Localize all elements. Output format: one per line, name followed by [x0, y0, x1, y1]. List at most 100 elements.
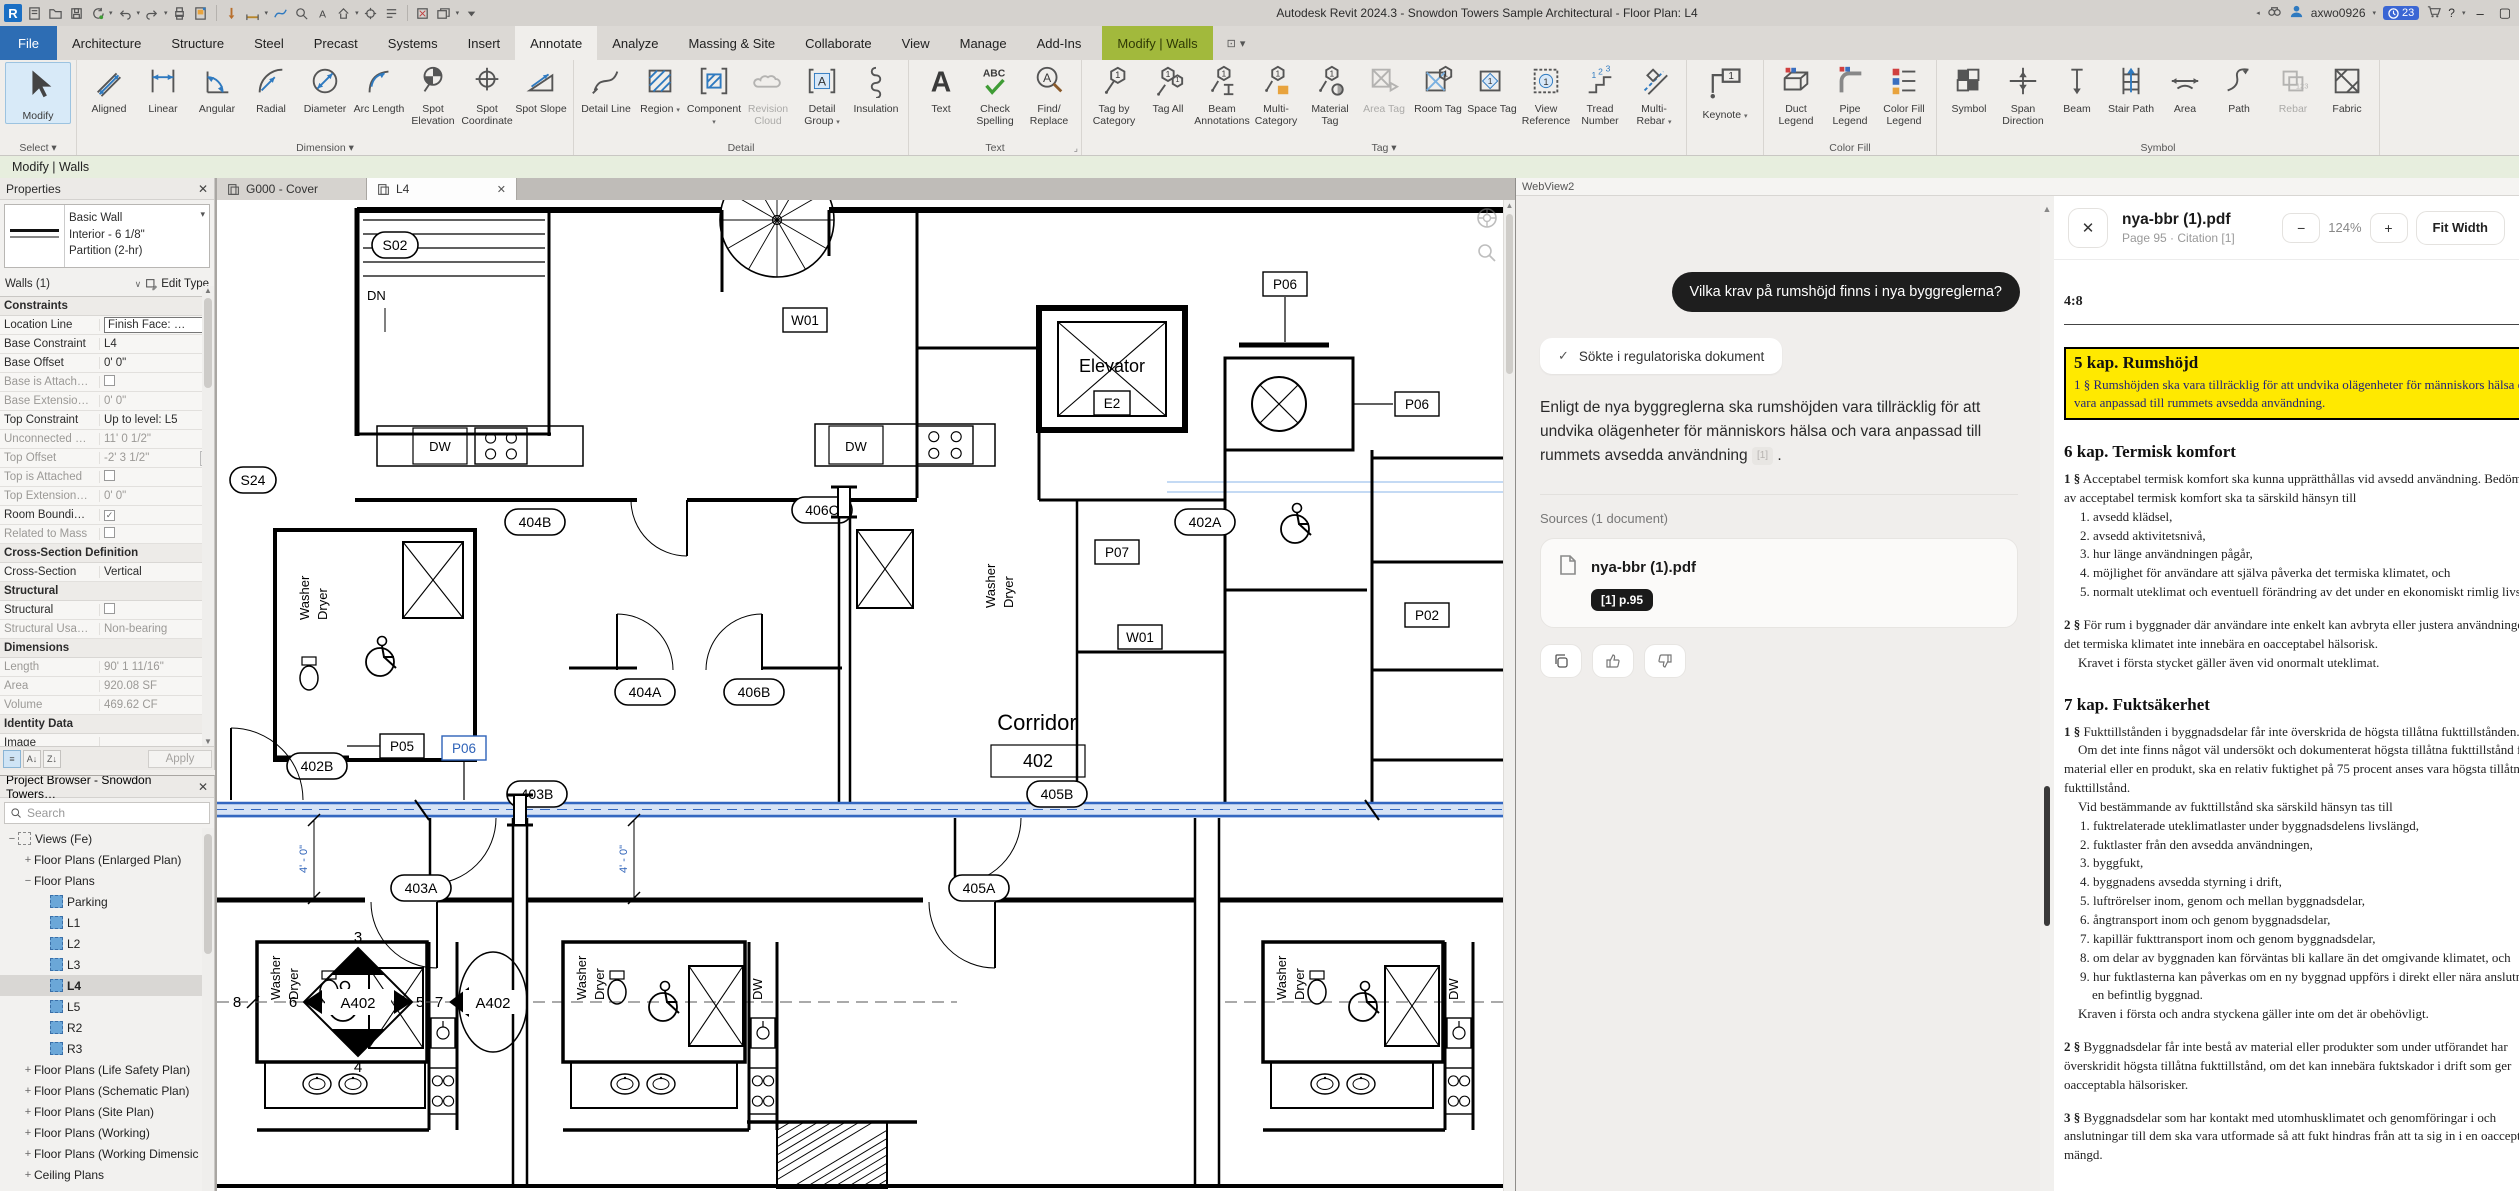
tree-item-l2[interactable]: L2: [0, 933, 214, 954]
property-section-constraints[interactable]: Constraints⌃: [0, 297, 214, 316]
help-chevron-icon[interactable]: ▾: [2462, 9, 2466, 17]
ribbon-group-caption[interactable]: Detail: [574, 142, 908, 154]
ribbon-button-symbol[interactable]: Symbol: [1942, 62, 1996, 116]
ribbon-button-detail-group[interactable]: A Detail Group ▾: [795, 62, 849, 127]
property-row-unconnected[interactable]: Unconnected …11' 0 1/2": [0, 430, 214, 449]
sort-za-button[interactable]: Z↓: [43, 750, 61, 768]
ribbon-button-component[interactable]: Component ▾: [687, 62, 741, 127]
dropdown-chevron-icon[interactable]: ▾: [137, 9, 141, 17]
open-folder-icon[interactable]: [46, 4, 64, 22]
ribbon-button-text[interactable]: A Text: [914, 62, 968, 116]
text-a-icon[interactable]: A: [313, 4, 331, 22]
navigation-bar[interactable]: [1475, 206, 1499, 270]
pin-icon[interactable]: [223, 4, 241, 22]
ribbon-button-area[interactable]: Area: [2158, 62, 2212, 116]
tab-view[interactable]: View: [887, 26, 945, 60]
dropdown-chevron-icon[interactable]: ▾: [355, 9, 359, 17]
source-page-badge[interactable]: [1] p.95: [1591, 589, 1653, 611]
search-icon[interactable]: [2267, 4, 2282, 22]
ribbon-button-arc-length[interactable]: Arc Length: [352, 62, 406, 116]
ribbon-button-material-tag[interactable]: 1 Material Tag: [1303, 62, 1357, 127]
ribbon-button-spot-coordinate[interactable]: Spot Coordinate: [460, 62, 514, 127]
property-row-room-boundi[interactable]: Room Boundi…✓: [0, 506, 214, 525]
expander-icon[interactable]: −: [22, 875, 34, 887]
chat-scrollbar[interactable]: ▲: [2040, 196, 2054, 1191]
property-row-top-is-attached[interactable]: Top is Attached: [0, 468, 214, 487]
property-row-top-extension[interactable]: Top Extension…0' 0": [0, 487, 214, 506]
tab-analyze[interactable]: Analyze: [597, 26, 673, 60]
zoom-in-button[interactable]: +: [2370, 213, 2408, 243]
zoom-tool-icon[interactable]: [1475, 241, 1499, 270]
expander-icon[interactable]: +: [22, 1169, 34, 1181]
ribbon-button-find-replace[interactable]: A Find/ Replace: [1022, 62, 1076, 127]
property-row-length[interactable]: Length90' 1 11/16": [0, 658, 214, 677]
ribbon-button-duct-legend[interactable]: Duct Legend: [1769, 62, 1823, 127]
close-doc-icon[interactable]: [414, 4, 432, 22]
username[interactable]: axwo0926: [2311, 6, 2366, 20]
sort-az-button[interactable]: A↓: [23, 750, 41, 768]
ribbon-button-beam-annotations[interactable]: 1 Beam Annotations: [1195, 62, 1249, 127]
expander-icon[interactable]: +: [22, 1106, 34, 1118]
tab-architecture[interactable]: Architecture: [57, 26, 156, 60]
tree-item-floor-plans-site-plan[interactable]: +Floor Plans (Site Plan): [0, 1101, 214, 1122]
close-view-icon[interactable]: ✕: [497, 183, 506, 196]
caret-icon[interactable]: [462, 4, 480, 22]
tab-context-modify-walls[interactable]: Modify | Walls: [1102, 26, 1212, 60]
ribbon-button-room-tag[interactable]: 1 Room Tag: [1411, 62, 1465, 116]
ribbon-display-icon[interactable]: ⊡: [1227, 37, 1236, 50]
tab-systems[interactable]: Systems: [373, 26, 453, 60]
apply-button[interactable]: Apply: [148, 750, 212, 768]
expander-icon[interactable]: +: [22, 854, 34, 866]
citation-chip[interactable]: [1]: [1752, 447, 1773, 465]
ribbon-button-spot-elevation[interactable]: Spot Elevation: [406, 62, 460, 127]
ribbon-button-check-spelling[interactable]: ABC Check Spelling: [968, 62, 1022, 127]
section-icon[interactable]: [383, 4, 401, 22]
ribbon-button-pipe-legend[interactable]: Pipe Legend: [1823, 62, 1877, 127]
tree-item-l3[interactable]: L3: [0, 954, 214, 975]
tab-file[interactable]: File: [0, 26, 57, 60]
zoom-icon[interactable]: [292, 4, 310, 22]
tab-manage[interactable]: Manage: [945, 26, 1022, 60]
checkbox[interactable]: [104, 603, 115, 614]
property-section-structural[interactable]: Structural⌃: [0, 582, 214, 601]
property-row-top-offset[interactable]: Top Offset-2' 3 1/2"=: [0, 449, 214, 468]
ribbon-button-view-reference[interactable]: 1 View Reference: [1519, 62, 1573, 127]
source-card[interactable]: nya-bbr (1).pdf [1] p.95: [1540, 538, 2018, 628]
revit-logo-icon[interactable]: R: [4, 4, 22, 22]
tree-item-floor-plans-life-safety-plan[interactable]: +Floor Plans (Life Safety Plan): [0, 1059, 214, 1080]
project-browser-close-icon[interactable]: ✕: [198, 780, 208, 794]
help-icon[interactable]: ?: [2448, 6, 2455, 20]
ribbon-button-space-tag[interactable]: 1 Space Tag: [1465, 62, 1519, 116]
tree-item-floor-plans-enlarged-plan[interactable]: +Floor Plans (Enlarged Plan): [0, 849, 214, 870]
ribbon-button-spot-slope[interactable]: Spot Slope: [514, 62, 568, 116]
expander-icon[interactable]: −: [6, 833, 18, 845]
checkbox[interactable]: ✓: [104, 510, 115, 521]
tree-item-r3[interactable]: R3: [0, 1038, 214, 1059]
redo-icon[interactable]: [143, 4, 161, 22]
ribbon-button-tag-by-category[interactable]: 1 Tag by Category: [1087, 62, 1141, 127]
tree-item-views-fe[interactable]: −Views (Fe): [0, 828, 214, 849]
property-section-cross-section-definition[interactable]: Cross-Section Definition⌃: [0, 544, 214, 563]
user-icon[interactable]: [2289, 4, 2304, 22]
tree-item-l1[interactable]: L1: [0, 912, 214, 933]
property-row-volume[interactable]: Volume469.62 CF: [0, 696, 214, 715]
ribbon-group-caption[interactable]: Tag ▾: [1082, 142, 1686, 154]
ribbon-button-beam[interactable]: Beam: [2050, 62, 2104, 116]
ribbon-button-insulation[interactable]: Insulation: [849, 62, 903, 116]
ribbon-group-caption[interactable]: Text⌟: [909, 142, 1081, 154]
zoom-out-button[interactable]: −: [2282, 213, 2320, 243]
property-row-structural-usa[interactable]: Structural Usa…Non-bearing: [0, 620, 214, 639]
type-selector[interactable]: Basic Wall Interior - 6 1/8" Partition (…: [4, 204, 210, 268]
switch-windows-icon[interactable]: [435, 4, 453, 22]
type-selector-chevron-icon[interactable]: ▾: [196, 205, 209, 267]
tree-item-floor-plans-schematic-plan[interactable]: +Floor Plans (Schematic Plan): [0, 1080, 214, 1101]
tab-massing-site[interactable]: Massing & Site: [673, 26, 790, 60]
tab-collaborate[interactable]: Collaborate: [790, 26, 887, 60]
expander-icon[interactable]: +: [22, 1148, 34, 1160]
ribbon-group-caption[interactable]: Color Fill: [1764, 142, 1936, 154]
ribbon-button-stair-path[interactable]: Stair Path: [2104, 62, 2158, 116]
expander-icon[interactable]: +: [22, 1085, 34, 1097]
property-row-base-extensio[interactable]: Base Extensio…0' 0": [0, 392, 214, 411]
property-section-dimensions[interactable]: Dimensions⌃: [0, 639, 214, 658]
property-row-base-offset[interactable]: Base Offset0' 0": [0, 354, 214, 373]
